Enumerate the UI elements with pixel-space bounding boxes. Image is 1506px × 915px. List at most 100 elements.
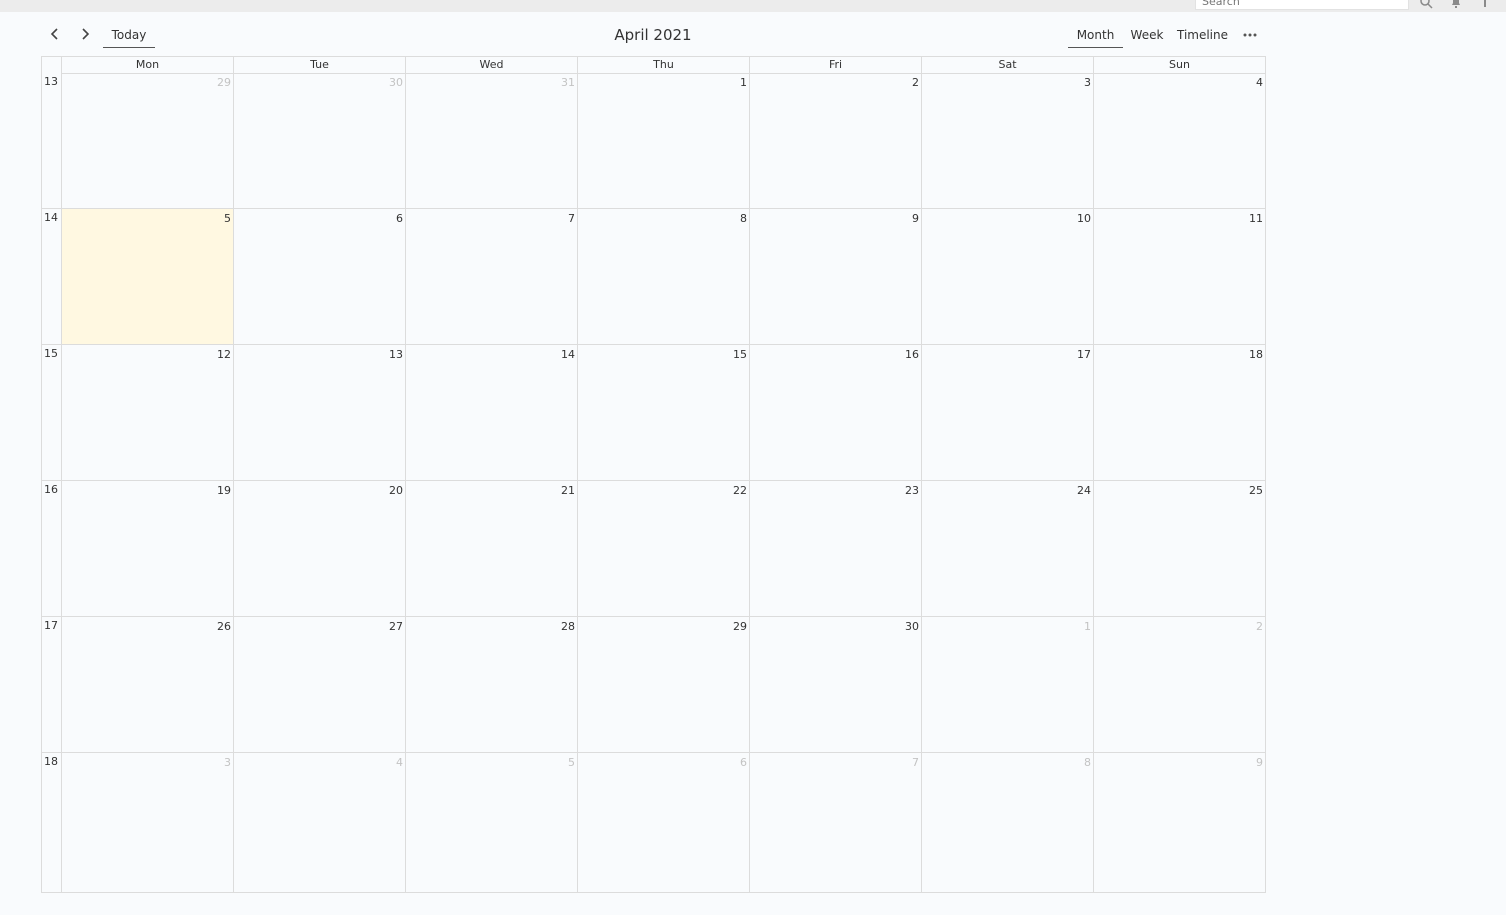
- day-cell[interactable]: 7: [749, 753, 921, 892]
- day-cell[interactable]: 3: [61, 753, 233, 892]
- day-number: 18: [1249, 348, 1263, 361]
- day-cell[interactable]: 3: [921, 73, 1093, 208]
- day-cell[interactable]: 31: [405, 73, 577, 208]
- day-number: 8: [740, 212, 747, 225]
- tab-month[interactable]: Month: [1068, 26, 1123, 48]
- week-number: 13: [44, 75, 58, 88]
- tab-week[interactable]: Week: [1127, 26, 1167, 48]
- chevron-left-icon: [50, 28, 58, 40]
- day-cell[interactable]: 30: [749, 617, 921, 752]
- day-cell[interactable]: 6: [233, 209, 405, 344]
- week-row: 18 3 4 5 6 7 8 9: [42, 753, 1265, 892]
- day-number: 25: [1249, 484, 1263, 497]
- day-cell[interactable]: 26: [61, 617, 233, 752]
- search-icon[interactable]: [1419, 0, 1433, 9]
- chevron-right-icon: [82, 28, 90, 40]
- bell-icon[interactable]: [1449, 0, 1463, 8]
- day-cell[interactable]: 19: [61, 481, 233, 616]
- weekday-label: Thu: [577, 57, 749, 73]
- day-cell[interactable]: 21: [405, 481, 577, 616]
- day-number: 7: [912, 756, 919, 769]
- week-number: 14: [44, 211, 58, 224]
- week-row: 17 26 27 28 29 30 1 2: [42, 617, 1265, 753]
- day-number: 27: [389, 620, 403, 633]
- day-cell[interactable]: 2: [749, 73, 921, 208]
- today-button[interactable]: Today: [103, 26, 155, 48]
- tab-timeline[interactable]: Timeline: [1175, 26, 1230, 48]
- weekday-label: Sat: [921, 57, 1093, 73]
- day-number: 30: [905, 620, 919, 633]
- day-cell[interactable]: 24: [921, 481, 1093, 616]
- day-cell[interactable]: 29: [577, 617, 749, 752]
- day-number: 2: [912, 76, 919, 89]
- day-cell[interactable]: 9: [1093, 753, 1265, 892]
- day-number: 7: [568, 212, 575, 225]
- month-title: April 2021: [614, 26, 692, 44]
- day-cell[interactable]: 4: [233, 753, 405, 892]
- day-number: 19: [217, 484, 231, 497]
- day-cell[interactable]: 29: [61, 73, 233, 208]
- day-cell[interactable]: 1: [577, 73, 749, 208]
- more-options-button[interactable]: [1240, 26, 1260, 44]
- day-number: 30: [389, 76, 403, 89]
- day-number: 5: [568, 756, 575, 769]
- day-cell[interactable]: 18: [1093, 345, 1265, 480]
- day-number: 6: [396, 212, 403, 225]
- day-number: 24: [1077, 484, 1091, 497]
- day-cell[interactable]: 5: [405, 753, 577, 892]
- day-cell[interactable]: 13: [233, 345, 405, 480]
- day-number: 20: [389, 484, 403, 497]
- day-cell[interactable]: 22: [577, 481, 749, 616]
- week-number: 17: [44, 619, 58, 632]
- day-number: 10: [1077, 212, 1091, 225]
- day-number: 23: [905, 484, 919, 497]
- day-cell[interactable]: 9: [749, 209, 921, 344]
- day-number: 28: [561, 620, 575, 633]
- day-number: 9: [912, 212, 919, 225]
- weekday-header: Mon Tue Wed Thu Fri Sat Sun: [61, 57, 1265, 74]
- day-cell[interactable]: 2: [1093, 617, 1265, 752]
- day-cell[interactable]: 20: [233, 481, 405, 616]
- search-input[interactable]: [1195, 0, 1409, 10]
- day-cell[interactable]: 28: [405, 617, 577, 752]
- weekday-label: Tue: [233, 57, 405, 73]
- day-cell[interactable]: 6: [577, 753, 749, 892]
- day-number: 29: [217, 76, 231, 89]
- weekday-label: Sun: [1093, 57, 1265, 73]
- day-cell[interactable]: 1: [921, 617, 1093, 752]
- day-number: 16: [905, 348, 919, 361]
- day-cell[interactable]: 23: [749, 481, 921, 616]
- day-number: 3: [224, 756, 231, 769]
- week-number: 15: [44, 347, 58, 360]
- next-month-button[interactable]: [75, 24, 95, 44]
- week-number: 16: [44, 483, 58, 496]
- user-icon[interactable]: [1478, 0, 1492, 8]
- day-cell[interactable]: 30: [233, 73, 405, 208]
- day-cell[interactable]: 27: [233, 617, 405, 752]
- day-number: 4: [1256, 76, 1263, 89]
- day-number: 8: [1084, 756, 1091, 769]
- day-cell[interactable]: 17: [921, 345, 1093, 480]
- day-cell[interactable]: 4: [1093, 73, 1265, 208]
- day-cell[interactable]: 10: [921, 209, 1093, 344]
- week-row: 13 29 30 31 1 2 3 4: [42, 73, 1265, 209]
- day-cell[interactable]: 25: [1093, 481, 1265, 616]
- day-cell[interactable]: 16: [749, 345, 921, 480]
- day-number: 2: [1256, 620, 1263, 633]
- day-cell[interactable]: 8: [921, 753, 1093, 892]
- day-number: 4: [396, 756, 403, 769]
- day-number: 17: [1077, 348, 1091, 361]
- day-number: 1: [1084, 620, 1091, 633]
- day-cell[interactable]: 8: [577, 209, 749, 344]
- day-number: 12: [217, 348, 231, 361]
- day-cell[interactable]: 7: [405, 209, 577, 344]
- day-cell[interactable]: 14: [405, 345, 577, 480]
- day-number: 13: [389, 348, 403, 361]
- day-cell[interactable]: 15: [577, 345, 749, 480]
- previous-month-button[interactable]: [45, 24, 65, 44]
- day-number: 14: [561, 348, 575, 361]
- day-cell[interactable]: 11: [1093, 209, 1265, 344]
- day-cell[interactable]: 12: [61, 345, 233, 480]
- day-cell-today[interactable]: 5: [61, 209, 233, 344]
- week-row: 15 12 13 14 15 16 17 18: [42, 345, 1265, 481]
